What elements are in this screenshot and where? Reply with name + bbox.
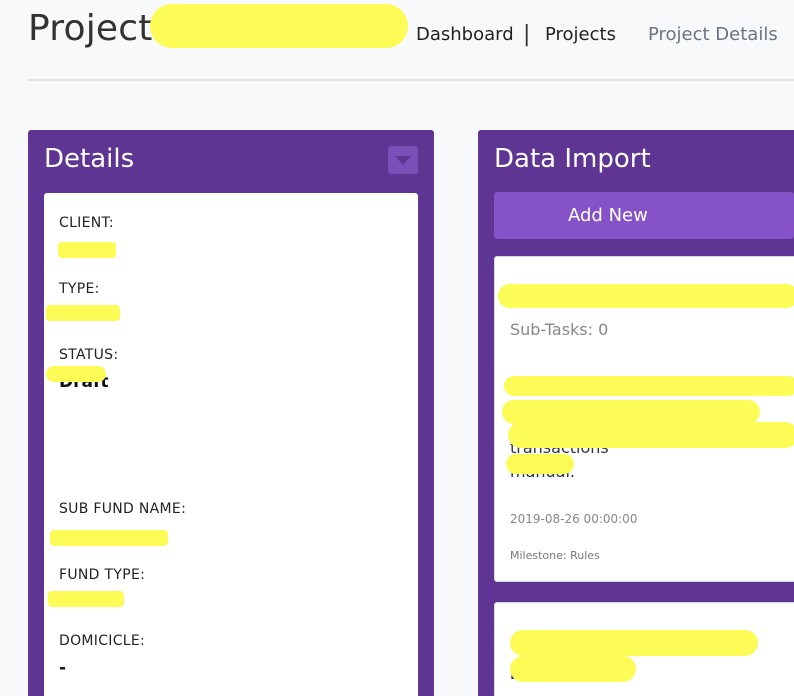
breadcrumb-dashboard[interactable]: Dashboard [416,24,514,45]
redaction-fund-type [48,591,124,607]
details-title: Details [44,144,135,174]
redaction-card1-title [498,284,794,308]
sub-fund-name-label: SUB FUND NAME: [59,501,187,517]
breadcrumb-separator: | [523,22,531,47]
header-divider [28,79,794,81]
add-new-button[interactable]: Add New [494,192,794,239]
subtasks-count: Sub-Tasks: 0 [510,320,609,339]
breadcrumb-projects[interactable]: Projects [545,24,616,45]
collapse-button[interactable] [388,146,418,174]
redaction-card1-desc3 [508,422,794,448]
redaction-type [46,305,120,321]
domicile-label: DOMICICLE: [59,633,146,649]
redaction-sub-fund [50,530,168,546]
client-label: CLIENT: [59,215,114,231]
page-title: Project: [28,8,165,49]
page-header: Project: Dashboard | Projects Project De… [0,0,794,80]
task-milestone: Milestone: Rules [510,549,600,562]
data-import-title: Data Import [494,144,651,174]
type-label: TYPE: [59,281,100,297]
domicile-value: - [59,658,67,678]
redaction-title [150,4,408,48]
redaction-card2-title [510,630,758,656]
redaction-card1-desc1 [504,376,794,396]
fund-type-label: FUND TYPE: [59,567,146,583]
details-card [44,193,418,696]
redaction-status [46,366,106,382]
chevron-down-icon [395,156,411,165]
task-date: 2019-08-26 00:00:00 [510,512,638,526]
redaction-card1-desc4 [506,454,574,474]
redaction-card1-desc2 [502,400,760,424]
breadcrumb-current: Project Details [648,24,778,45]
status-label: STATUS: [59,347,119,363]
redaction-client [58,242,116,258]
redaction-card2-line2 [510,656,636,682]
